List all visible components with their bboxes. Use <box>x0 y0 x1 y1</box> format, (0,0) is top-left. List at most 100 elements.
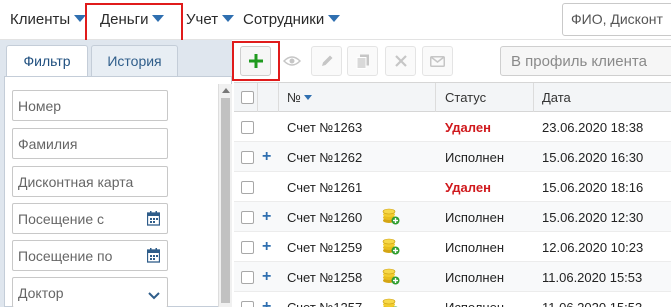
discount-card-field[interactable]: Дисконтная карта <box>12 166 168 197</box>
expand-row-icon[interactable]: + <box>262 268 271 286</box>
number-field[interactable]: Номер <box>12 90 168 121</box>
status-cell: Удален <box>445 120 491 135</box>
table-row[interactable]: + Счет №1260 Исполнен 15.06.2020 12:30 <box>234 202 671 232</box>
status-cell: Исполнен <box>445 150 505 165</box>
column-header-status-label: Статус <box>445 90 487 105</box>
surname-field[interactable]: Фамилия <box>12 128 168 159</box>
sort-desc-icon <box>303 95 312 100</box>
tab-history[interactable]: История <box>91 45 178 76</box>
visit-to-field[interactable]: Посещение по <box>12 240 168 271</box>
row-checkbox[interactable] <box>241 241 254 254</box>
highlight-frame-money <box>85 3 183 43</box>
visit-from-field-placeholder: Посещение с <box>18 211 105 227</box>
status-cell: Исполнен <box>445 292 504 307</box>
invoice-number-cell: Счет №1261 <box>287 180 363 195</box>
grid-rows: Счет №1263 Удален 23.06.2020 18:38 + Счет №1… <box>234 112 671 307</box>
expand-row-icon[interactable]: + <box>262 238 271 256</box>
expand-row-icon[interactable]: + <box>262 298 271 307</box>
table-row[interactable]: Счет №1263 Удален 23.06.2020 18:38 <box>234 112 671 142</box>
status-cell: Исполнен <box>445 210 505 225</box>
invoice-number-cell: Счет №1259 <box>287 240 363 255</box>
row-checkbox[interactable] <box>241 301 254 307</box>
row-checkbox[interactable] <box>241 181 254 194</box>
status-cell: Исполнен <box>445 270 505 285</box>
status-cell: Исполнен <box>445 240 505 255</box>
number-field-placeholder: Номер <box>18 98 62 114</box>
grid-toolbar: В профиль клиента <box>232 40 671 82</box>
date-cell: 11.06.2020 15:53 <box>542 292 642 307</box>
invoice-number-cell: Счет №1258 <box>287 270 363 285</box>
tab-filter[interactable]: Фильтр <box>6 45 88 76</box>
tab-filter-label: Фильтр <box>23 53 71 69</box>
expand-row-icon[interactable]: + <box>262 148 271 166</box>
menu-staff[interactable]: Сотрудники <box>243 11 341 28</box>
view-button[interactable] <box>276 46 307 76</box>
date-cell: 23.06.2020 18:38 <box>542 120 644 135</box>
chevron-down-icon <box>328 15 341 22</box>
chevron-down-icon <box>148 287 160 303</box>
invoice-number-cell: Счет №1262 <box>287 150 363 165</box>
column-header-number-label: № <box>287 90 301 105</box>
menu-accounting-label: Учет <box>186 11 219 28</box>
scroll-thumb[interactable] <box>221 98 230 303</box>
calendar-icon[interactable] <box>146 211 161 229</box>
menu-clients-label: Клиенты <box>10 11 71 28</box>
table-row[interactable]: Счет №1261 Удален 15.06.2020 18:16 <box>234 172 671 202</box>
doctor-select[interactable]: Доктор <box>12 277 168 307</box>
to-client-profile-button[interactable]: В профиль клиента <box>500 46 671 76</box>
coins-payment-icon <box>382 238 400 258</box>
date-cell: 15.06.2020 12:30 <box>542 210 644 225</box>
close-icon <box>394 55 407 67</box>
invoice-number-cell: Счет №1257 <box>287 292 362 307</box>
column-header-number[interactable]: № <box>279 83 436 112</box>
chevron-down-icon <box>222 15 235 22</box>
column-header-status[interactable]: Статус <box>436 83 534 112</box>
menu-clients[interactable]: Клиенты <box>10 11 87 28</box>
coins-payment-icon <box>382 298 400 307</box>
table-row[interactable]: + Счет №1257 Исполнен 11.06.2020 15:53 <box>234 292 671 307</box>
copy-button[interactable] <box>347 46 378 76</box>
scroll-up-icon[interactable] <box>222 88 230 93</box>
surname-field-placeholder: Фамилия <box>18 136 78 152</box>
row-checkbox[interactable] <box>241 121 254 134</box>
doctor-select-placeholder: Доктор <box>18 285 64 301</box>
eye-icon <box>282 56 301 66</box>
table-row[interactable]: + Счет №1258 Исполнен 11.06.2020 15:53 <box>234 262 671 292</box>
edit-button[interactable] <box>311 46 342 76</box>
invoice-number-cell: Счет №1260 <box>287 210 363 225</box>
expand-row-icon[interactable]: + <box>262 208 271 226</box>
visit-from-field[interactable]: Посещение с <box>12 203 168 234</box>
email-button[interactable] <box>422 46 453 76</box>
invoice-number-cell: Счет №1263 <box>287 120 363 135</box>
table-row[interactable]: + Счет №1262 Исполнен 15.06.2020 16:30 <box>234 142 671 172</box>
row-checkbox[interactable] <box>241 211 254 224</box>
top-menu-bar: Клиенты Деньги Учет Сотрудники ФИО, Диск… <box>0 0 671 43</box>
filter-scrollbar[interactable] <box>218 84 232 307</box>
envelope-icon <box>430 55 445 67</box>
date-cell: 15.06.2020 16:30 <box>542 150 644 165</box>
discount-card-field-placeholder: Дисконтная карта <box>18 174 134 190</box>
table-row[interactable]: + Счет №1259 Исполнен 12.06.2020 10:23 <box>234 232 671 262</box>
menu-accounting[interactable]: Учет <box>186 11 235 28</box>
coins-payment-icon <box>382 268 400 288</box>
date-cell: 12.06.2020 10:23 <box>542 240 644 255</box>
select-all-checkbox[interactable] <box>241 91 254 104</box>
highlight-frame-add <box>232 41 280 81</box>
grid-header: № Статус Дата <box>234 82 671 112</box>
column-header-date[interactable]: Дата <box>534 83 671 112</box>
menu-staff-label: Сотрудники <box>243 11 325 28</box>
header-expand-cell <box>258 83 279 112</box>
status-cell: Удален <box>445 180 491 195</box>
calendar-icon[interactable] <box>146 248 161 266</box>
delete-button[interactable] <box>385 46 416 76</box>
date-cell: 15.06.2020 18:16 <box>542 180 644 195</box>
row-checkbox[interactable] <box>241 271 254 284</box>
visit-to-field-placeholder: Посещение по <box>18 248 113 264</box>
column-header-date-label: Дата <box>542 90 571 105</box>
search-input[interactable]: ФИО, Дисконт <box>562 3 671 36</box>
header-select-all-cell <box>234 83 258 112</box>
row-checkbox[interactable] <box>241 151 254 164</box>
date-cell: 11.06.2020 15:53 <box>542 270 643 285</box>
tab-history-label: История <box>107 53 162 69</box>
invoices-grid: № Статус Дата Счет №1263 Удален 23.06.2020… <box>234 82 671 307</box>
